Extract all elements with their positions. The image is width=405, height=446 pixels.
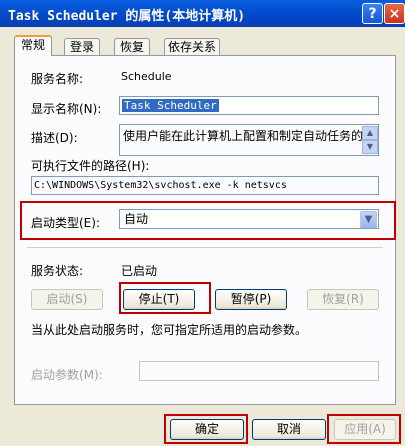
- description-value: 使用户能在此计算机上配置和制定自动任务的: [123, 129, 364, 143]
- resume-button[interactable]: 恢复(R): [307, 289, 379, 310]
- help-button[interactable]: ?: [362, 3, 383, 24]
- cancel-button[interactable]: 取消: [252, 419, 326, 440]
- divider: [27, 247, 383, 248]
- pause-button[interactable]: 暂停(P): [215, 289, 287, 310]
- exe-path-label: 可执行文件的路径(H):: [31, 159, 150, 173]
- service-name-value: Schedule: [121, 70, 172, 83]
- display-name-field[interactable]: Task Scheduler: [119, 96, 379, 115]
- chevron-down-icon[interactable]: ▼: [360, 211, 377, 228]
- start-params-label: 启动参数(M):: [31, 368, 103, 382]
- close-icon: ×: [388, 6, 401, 22]
- display-name-value: Task Scheduler: [122, 99, 219, 112]
- display-name-label: 显示名称(N):: [31, 102, 102, 116]
- start-params-input[interactable]: [139, 361, 379, 381]
- help-icon: ?: [368, 6, 377, 22]
- title-bar: Task Scheduler 的属性(本地计算机) ? ×: [0, 0, 405, 27]
- description-scrollbar[interactable]: ▲ ▼: [362, 126, 378, 154]
- description-label: 描述(D):: [31, 131, 78, 145]
- close-button[interactable]: ×: [384, 3, 405, 24]
- apply-button[interactable]: 应用(A): [334, 419, 396, 440]
- startup-type-select[interactable]: 自动 ▼: [119, 209, 379, 229]
- description-field[interactable]: 使用户能在此计算机上配置和制定自动任务的 ▲ ▼: [119, 124, 379, 156]
- startup-type-value: 自动: [124, 212, 149, 226]
- hint-text: 当从此处启动服务时，您可指定所适用的启动参数。: [31, 323, 308, 337]
- tab-general[interactable]: 常规: [14, 35, 52, 56]
- start-button[interactable]: 启动(S): [31, 289, 103, 310]
- general-panel: 服务名称: Schedule 显示名称(N): Task Scheduler 描…: [14, 55, 396, 405]
- scroll-down-icon[interactable]: ▼: [362, 140, 378, 154]
- tab-recovery[interactable]: 恢复: [114, 38, 150, 55]
- exe-path-field: C:\WINDOWS\System32\svchost.exe -k netsv…: [31, 176, 379, 195]
- scroll-up-icon[interactable]: ▲: [362, 126, 378, 140]
- stop-button[interactable]: 停止(T): [123, 289, 195, 310]
- tab-dependencies[interactable]: 依存关系: [164, 38, 220, 55]
- tab-logon[interactable]: 登录: [64, 38, 100, 55]
- service-name-label: 服务名称:: [31, 72, 84, 86]
- service-status-value: 已启动: [121, 264, 158, 278]
- exe-path-value: C:\WINDOWS\System32\svchost.exe -k netsv…: [34, 180, 287, 191]
- ok-button[interactable]: 确定: [170, 419, 244, 440]
- service-status-label: 服务状态:: [31, 264, 84, 278]
- startup-type-label: 启动类型(E):: [31, 216, 100, 230]
- window-title: Task Scheduler 的属性(本地计算机): [8, 9, 246, 24]
